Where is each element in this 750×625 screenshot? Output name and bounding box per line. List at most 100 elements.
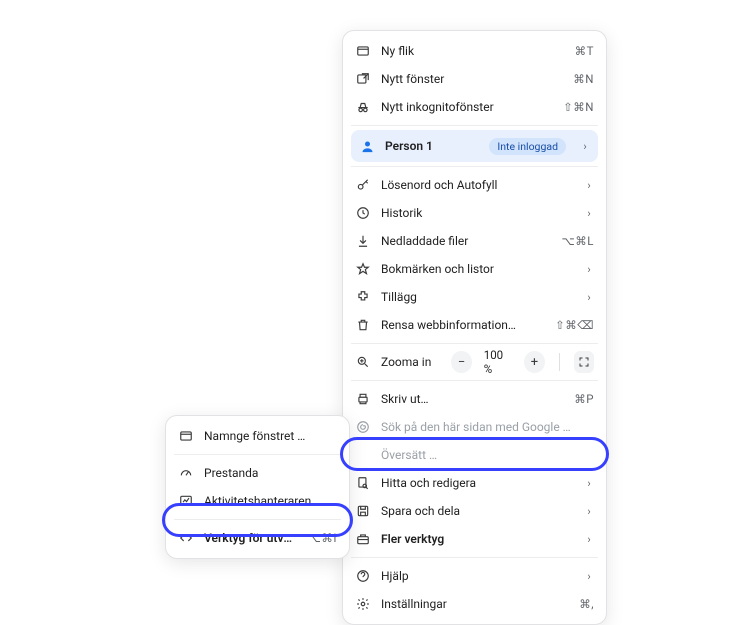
menu-shortcut: ⌥⌘L <box>562 234 594 248</box>
chevron-right-icon: › <box>584 179 594 192</box>
task-manager-icon <box>178 493 194 509</box>
zoom-in-button[interactable]: + <box>524 351 544 373</box>
menu-item-history[interactable]: Historik › <box>343 199 606 227</box>
menu-label: Historik <box>381 206 574 220</box>
menu-label: Sök på den här sidan med Google … <box>381 420 594 434</box>
code-icon <box>178 530 194 546</box>
menu-label: Namnge fönstret … <box>204 429 337 443</box>
help-icon <box>355 568 371 584</box>
menu-label: Skriv ut… <box>381 392 564 406</box>
menu-item-profile[interactable]: Person 1 Inte inloggad › <box>351 130 598 162</box>
menu-label: Ny flik <box>381 44 565 58</box>
tab-icon <box>355 43 371 59</box>
zoom-icon <box>355 354 371 370</box>
chrome-main-menu: Ny flik ⌘T Nytt fönster ⌘N Nytt inkognit… <box>342 30 607 625</box>
menu-separator <box>351 166 598 167</box>
menu-label: Spara och dela <box>381 504 574 518</box>
save-icon <box>355 503 371 519</box>
menu-item-translate: Översätt … <box>343 441 606 469</box>
menu-item-help[interactable]: Hjälp › <box>343 562 606 590</box>
trash-icon <box>355 317 371 333</box>
menu-label: Nedladdade filer <box>381 234 552 248</box>
new-window-icon <box>355 71 371 87</box>
star-icon <box>355 261 371 277</box>
window-icon <box>178 428 194 444</box>
download-icon <box>355 233 371 249</box>
print-icon <box>355 391 371 407</box>
translate-icon <box>355 447 371 463</box>
submenu-item-task-manager[interactable]: Aktivitetshanteraren … <box>166 487 349 515</box>
menu-item-save-share[interactable]: Spara och dela › <box>343 497 606 525</box>
document-search-icon <box>355 475 371 491</box>
menu-separator <box>174 519 341 520</box>
menu-item-bookmarks[interactable]: Bokmärken och listor › <box>343 255 606 283</box>
menu-label: Prestanda <box>204 466 337 480</box>
incognito-icon <box>355 99 371 115</box>
menu-label: Hjälp <box>381 569 574 583</box>
profile-status-badge: Inte inloggad <box>489 138 566 155</box>
menu-label: Bokmärken och listor <box>381 262 574 276</box>
person-icon <box>359 138 375 154</box>
menu-shortcut: ⇧⌘⌫ <box>555 318 594 332</box>
menu-separator <box>351 380 598 381</box>
menu-label: Hitta och redigera <box>381 476 574 490</box>
chevron-right-icon: › <box>584 291 594 304</box>
menu-item-clear-browsing-data[interactable]: Rensa webbinformation… ⇧⌘⌫ <box>343 311 606 339</box>
menu-item-search-google: Sök på den här sidan med Google … <box>343 413 606 441</box>
menu-item-passwords[interactable]: Lösenord och Autofyll › <box>343 171 606 199</box>
menu-separator <box>174 454 341 455</box>
menu-item-more-tools[interactable]: Fler verktyg › <box>343 525 606 553</box>
menu-item-new-tab[interactable]: Ny flik ⌘T <box>343 37 606 65</box>
menu-item-find-edit[interactable]: Hitta och redigera › <box>343 469 606 497</box>
menu-label: Lösenord och Autofyll <box>381 178 574 192</box>
chevron-right-icon: › <box>580 140 590 153</box>
menu-item-settings[interactable]: Inställningar ⌘, <box>343 590 606 618</box>
zoom-label: Zooma in <box>381 355 431 369</box>
menu-label: Inställningar <box>381 597 569 611</box>
menu-item-extensions[interactable]: Tillägg › <box>343 283 606 311</box>
menu-label: Rensa webbinformation… <box>381 318 545 332</box>
menu-shortcut: ⌘P <box>574 392 594 406</box>
menu-label: Nytt inkognitofönster <box>381 100 553 114</box>
menu-item-new-window[interactable]: Nytt fönster ⌘N <box>343 65 606 93</box>
extension-icon <box>355 289 371 305</box>
menu-shortcut: ⇧⌘N <box>563 100 594 114</box>
submenu-item-developer-tools[interactable]: Verktyg för utvecklare ⌥⌘I <box>166 524 349 552</box>
menu-item-zoom: Zooma in − 100 % + <box>343 348 606 376</box>
profile-name: Person 1 <box>385 139 479 153</box>
menu-item-print[interactable]: Skriv ut… ⌘P <box>343 385 606 413</box>
menu-shortcut: ⌥⌘I <box>308 531 337 545</box>
menu-item-downloads[interactable]: Nedladdade filer ⌥⌘L <box>343 227 606 255</box>
speedometer-icon <box>178 465 194 481</box>
menu-label: Aktivitetshanteraren … <box>204 494 337 508</box>
zoom-value: 100 % <box>482 348 514 376</box>
fullscreen-button[interactable] <box>574 351 594 373</box>
menu-label: Tillägg <box>381 290 574 304</box>
chevron-right-icon: › <box>584 533 594 546</box>
chevron-right-icon: › <box>584 477 594 490</box>
gear-icon <box>355 596 371 612</box>
menu-label: Fler verktyg <box>381 532 574 546</box>
chevron-right-icon: › <box>584 263 594 276</box>
menu-shortcut: ⌘, <box>579 597 594 611</box>
chevron-right-icon: › <box>584 207 594 220</box>
more-tools-submenu: Namnge fönstret … Prestanda Aktivitetsha… <box>165 415 350 559</box>
history-icon <box>355 205 371 221</box>
menu-shortcut: ⌘N <box>573 72 594 86</box>
menu-separator <box>351 125 598 126</box>
menu-item-new-incognito[interactable]: Nytt inkognitofönster ⇧⌘N <box>343 93 606 121</box>
zoom-out-button[interactable]: − <box>451 351 471 373</box>
chevron-right-icon: › <box>584 570 594 583</box>
menu-label: Nytt fönster <box>381 72 563 86</box>
google-icon <box>355 419 371 435</box>
key-icon <box>355 177 371 193</box>
menu-separator <box>351 343 598 344</box>
toolbox-icon <box>355 531 371 547</box>
chevron-right-icon: › <box>584 505 594 518</box>
menu-label: Översätt … <box>381 448 594 462</box>
submenu-item-performance[interactable]: Prestanda <box>166 459 349 487</box>
divider <box>559 353 560 371</box>
submenu-item-name-window[interactable]: Namnge fönstret … <box>166 422 349 450</box>
menu-shortcut: ⌘T <box>575 44 594 58</box>
menu-label: Verktyg för utvecklare <box>204 531 298 545</box>
